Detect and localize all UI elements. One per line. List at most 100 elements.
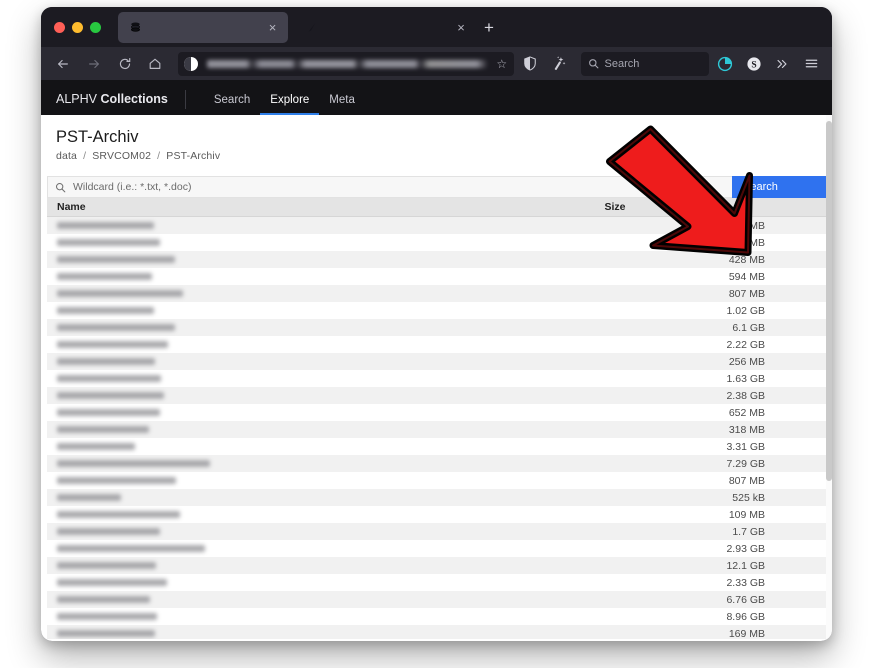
scrollbar-thumb[interactable] <box>826 121 832 481</box>
cell-file-name[interactable] <box>47 574 520 591</box>
table-row[interactable]: 1.7 GB <box>47 523 826 540</box>
wildcard-search-input[interactable]: Wildcard (i.e.: *.txt, *.doc) <box>47 176 732 198</box>
cell-file-name[interactable] <box>47 523 520 540</box>
cell-file-name[interactable] <box>47 591 520 608</box>
cell-file-name[interactable] <box>47 608 520 625</box>
site-brand[interactable]: ALPHV Collections <box>56 92 168 106</box>
column-header-name[interactable]: Name <box>47 201 520 213</box>
table-row[interactable]: 652 MB <box>47 404 826 421</box>
table-row[interactable]: 7.29 GB <box>47 455 826 472</box>
breadcrumb-separator: / <box>83 150 87 162</box>
table-row[interactable]: 8.96 GB <box>47 608 826 625</box>
site-header: ALPHV Collections Search Explore Meta <box>41 80 832 115</box>
tab-meta[interactable]: Meta <box>319 94 365 115</box>
cell-file-name[interactable] <box>47 353 520 370</box>
cell-file-name[interactable] <box>47 557 520 574</box>
tab-close-icon[interactable]: × <box>452 19 470 37</box>
table-row[interactable]: 2.33 GB <box>47 574 826 591</box>
file-name-redacted <box>57 443 135 450</box>
chevron-double-right-icon[interactable] <box>770 51 796 77</box>
table-row[interactable]: 428 MB <box>47 251 826 268</box>
cell-file-size: 1.63 GB <box>726 372 765 385</box>
tab-close-icon[interactable]: × <box>263 18 282 37</box>
cell-file-name[interactable] <box>47 472 520 489</box>
url-bar[interactable]: ☆ <box>177 51 515 76</box>
browser-search-bar[interactable]: Search <box>580 51 710 76</box>
cell-file-name[interactable] <box>47 319 520 336</box>
breadcrumb-item-0[interactable]: data <box>56 150 77 162</box>
table-row[interactable]: 1.63 GB <box>47 370 826 387</box>
table-row[interactable]: 109 MB <box>47 506 826 523</box>
cell-file-size: 1.7 GB <box>732 525 765 538</box>
table-row[interactable]: 1.03 MB <box>47 217 826 234</box>
back-button[interactable] <box>50 50 77 77</box>
browser-tab-active[interactable]: × <box>118 12 288 43</box>
wand-icon[interactable] <box>546 51 572 77</box>
file-name-redacted <box>57 613 157 620</box>
table-row[interactable]: 256 MB <box>47 353 826 370</box>
cell-file-name[interactable] <box>47 234 520 251</box>
cell-file-name[interactable] <box>47 489 520 506</box>
window-maximize-button[interactable] <box>90 22 101 33</box>
search-button[interactable]: Search <box>732 176 826 198</box>
table-row[interactable]: 12.1 GB <box>47 557 826 574</box>
vertical-scrollbar[interactable] <box>826 115 832 641</box>
breadcrumb-item-2[interactable]: PST-Archiv <box>166 150 220 162</box>
window-close-button[interactable] <box>54 22 65 33</box>
table-row[interactable]: 594 MB <box>47 268 826 285</box>
s-circle-icon[interactable]: S <box>741 51 767 77</box>
cell-file-name[interactable] <box>47 455 520 472</box>
cell-file-name[interactable] <box>47 285 520 302</box>
cell-file-size: 7.29 GB <box>726 457 765 470</box>
tab-explore[interactable]: Explore <box>260 94 320 115</box>
cell-file-name[interactable] <box>47 251 520 268</box>
brand-bold-text: Collections <box>100 92 168 106</box>
cell-file-name[interactable] <box>47 336 520 353</box>
table-row[interactable]: 525 kB <box>47 489 826 506</box>
table-row[interactable]: 2.93 GB <box>47 540 826 557</box>
cell-file-name[interactable] <box>47 625 520 639</box>
table-row[interactable]: 3.31 GB <box>47 438 826 455</box>
tab-search[interactable]: Search <box>204 94 260 115</box>
circle-progress-icon[interactable] <box>712 51 738 77</box>
cell-file-size: 109 MB <box>728 508 765 521</box>
cell-file-size: 652 MB <box>728 406 765 419</box>
cell-file-name[interactable] <box>47 404 520 421</box>
table-row[interactable]: 6.76 GB <box>47 591 826 608</box>
cell-file-name[interactable] <box>47 506 520 523</box>
table-row[interactable]: 2.22 GB <box>47 336 826 353</box>
column-header-size[interactable]: Size <box>520 201 710 213</box>
file-name-redacted <box>57 222 154 229</box>
cell-file-name[interactable] <box>47 370 520 387</box>
file-name-redacted <box>57 426 149 433</box>
hamburger-menu-icon[interactable] <box>798 51 824 77</box>
forward-button[interactable] <box>81 50 108 77</box>
table-row[interactable]: 807 MB <box>47 285 826 302</box>
table-row[interactable]: 8.4 MB <box>47 234 826 251</box>
table-row[interactable]: 318 MB <box>47 421 826 438</box>
breadcrumb-item-1[interactable]: SRVCOM02 <box>92 150 151 162</box>
table-row[interactable]: 1.02 GB <box>47 302 826 319</box>
home-button[interactable] <box>142 50 169 77</box>
reload-button[interactable] <box>111 50 138 77</box>
cell-file-name[interactable] <box>47 421 520 438</box>
table-row[interactable]: 2.38 GB <box>47 387 826 404</box>
cell-file-name[interactable] <box>47 540 520 557</box>
table-row[interactable]: 6.1 GB <box>47 319 826 336</box>
file-name-redacted <box>57 477 176 484</box>
bookmark-star-icon[interactable]: ☆ <box>496 57 507 71</box>
table-row[interactable]: 807 MB <box>47 472 826 489</box>
database-stack-icon <box>127 20 143 36</box>
cell-file-name[interactable] <box>47 268 520 285</box>
new-tab-button[interactable]: + <box>479 18 499 38</box>
cell-file-name[interactable] <box>47 438 520 455</box>
table-row[interactable]: 169 MB <box>47 625 826 639</box>
file-name-redacted <box>57 358 155 365</box>
window-minimize-button[interactable] <box>72 22 83 33</box>
cell-file-name[interactable] <box>47 387 520 404</box>
file-name-redacted <box>57 460 210 467</box>
cell-file-name[interactable] <box>47 217 520 234</box>
shield-icon[interactable] <box>517 51 543 77</box>
cell-file-size: 8.96 GB <box>726 610 765 623</box>
cell-file-name[interactable] <box>47 302 520 319</box>
